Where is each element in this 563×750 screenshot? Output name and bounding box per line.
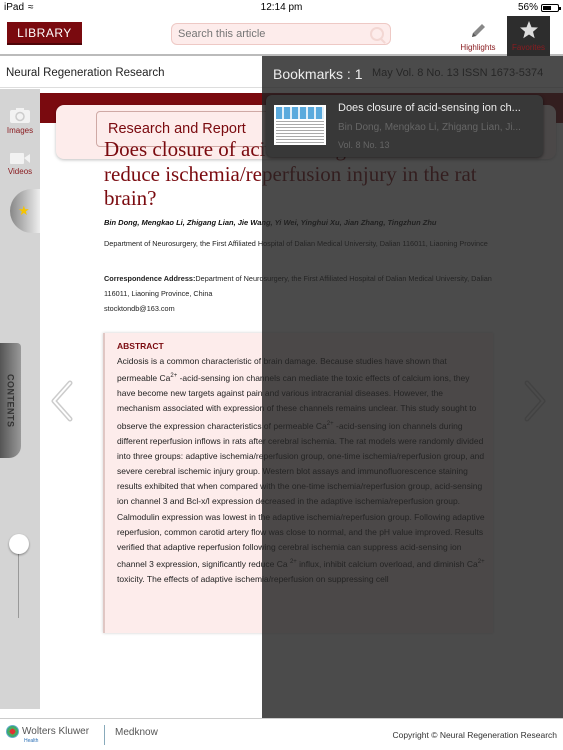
footer: Wolters Kluwer Health Medknow Copyright … [0, 718, 563, 750]
video-camera-icon [10, 153, 30, 164]
contents-tab[interactable]: CONTENTS [0, 343, 21, 458]
bookmark-item[interactable]: Does closure of acid-sensing ion ch... B… [266, 95, 543, 157]
journal-name: Neural Regeneration Research [6, 67, 165, 79]
battery-percent: 56% [517, 2, 538, 13]
previous-page-arrow[interactable] [48, 379, 76, 423]
bookmark-volume: Vol. 8 No. 13 [338, 140, 390, 150]
bookmark-thumbnail [274, 105, 326, 145]
publisher-name: Wolters Kluwer [22, 726, 90, 737]
copyright: Copyright © Neural Regeneration Research [392, 730, 557, 740]
sidebar-item-images[interactable]: Images [0, 107, 40, 135]
favorite-star-icon: ★ [18, 203, 30, 218]
toolbar: LIBRARY Highlights Favorites [0, 16, 563, 56]
clock: 12:14 pm [260, 2, 303, 13]
battery-fill [543, 5, 551, 10]
email-link[interactable]: stocktondb@163.com [104, 304, 175, 313]
search-input[interactable] [178, 28, 370, 40]
bookmarks-header: Bookmarks : 1 [273, 66, 363, 82]
videos-label: Videos [7, 167, 33, 176]
slider-knob[interactable] [9, 534, 29, 554]
highlights-button[interactable]: Highlights [455, 16, 501, 56]
search-icon[interactable] [370, 27, 384, 41]
publisher-logo: Wolters Kluwer [6, 725, 89, 738]
images-label: Images [6, 126, 34, 135]
library-button[interactable]: LIBRARY [7, 22, 82, 45]
bookmark-authors: Bin Dong, Mengkao Li, Zhigang Lian, Ji..… [338, 122, 521, 133]
wolters-kluwer-logo-icon [6, 725, 19, 738]
favorites-button[interactable]: Favorites [507, 16, 550, 56]
bookmark-title: Does closure of acid-sensing ion ch... [338, 102, 521, 114]
favorites-label: Favorites [512, 43, 545, 52]
publisher-sub: Health [24, 738, 39, 744]
battery-icon [541, 3, 561, 12]
status-bar: iPad ≈ 12:14 pm 56% [0, 0, 563, 16]
zoom-slider[interactable] [8, 534, 32, 714]
imprint-name: Medknow [115, 727, 158, 738]
highlights-label: Highlights [460, 43, 496, 52]
app-root: iPad≈ 12:14 pm 56% LIBRARY Highlights Fa… [0, 0, 563, 750]
sidebar: Images Videos ★ CONTENTS [0, 89, 40, 709]
pencil-icon [472, 24, 485, 37]
correspondence-label: Correspondence Address: [104, 274, 196, 283]
star-icon [519, 21, 538, 39]
footer-divider [104, 725, 105, 745]
sidebar-item-videos[interactable]: Videos [0, 151, 40, 176]
camera-icon [10, 108, 30, 123]
favorite-tab[interactable]: ★ [10, 189, 40, 233]
contents-label: CONTENTS [5, 373, 16, 428]
search-box[interactable] [171, 23, 391, 45]
slider-track[interactable] [18, 548, 19, 618]
